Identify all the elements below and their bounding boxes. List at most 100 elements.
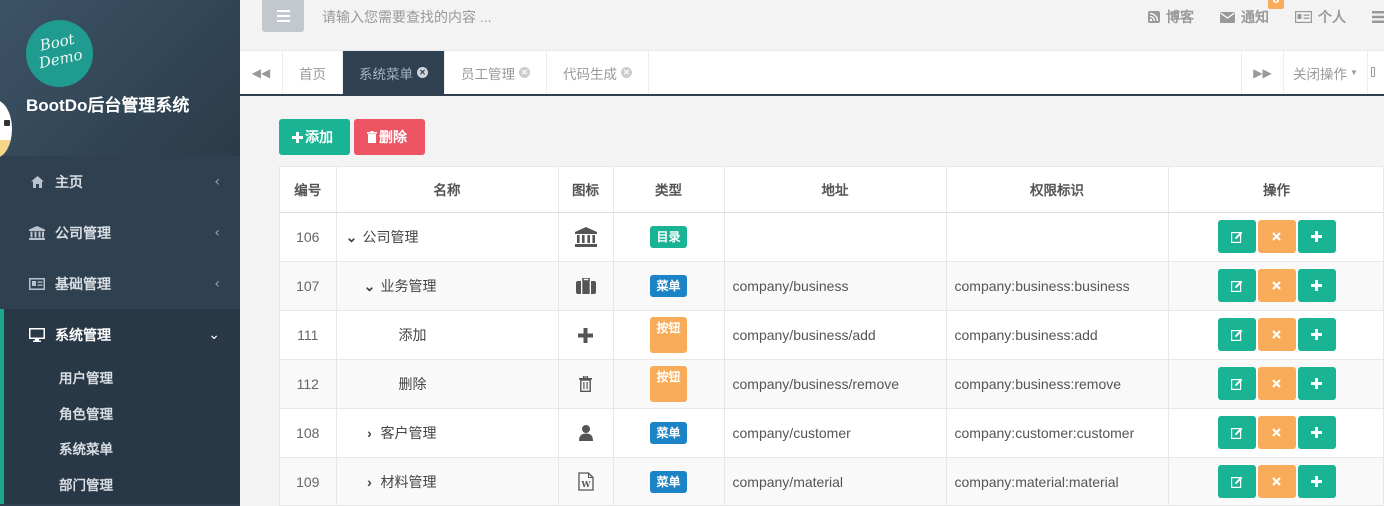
notice-link[interactable]: 通知 0 (1220, 0, 1284, 27)
cell-icon (558, 359, 614, 409)
refresh-icon[interactable] (1371, 67, 1375, 77)
close-icon[interactable]: ✕ (519, 67, 530, 78)
plus-icon (578, 327, 593, 343)
hamburger-icon (276, 10, 290, 12)
cell-actions (1168, 261, 1383, 311)
sidebar-item-company[interactable]: 公司管理 ‹ (0, 207, 240, 258)
blog-label: 博客 (1166, 10, 1194, 26)
sidebar-item-label: 系统管理 (55, 327, 111, 344)
type-badge: 菜单 (650, 470, 687, 493)
remove-button[interactable] (1257, 465, 1296, 498)
add-child-button[interactable] (1297, 220, 1336, 253)
node-label: 客户管理 (380, 424, 437, 441)
chevron-down-icon[interactable]: ⌄ (345, 229, 359, 246)
remove-button[interactable] (1257, 367, 1296, 400)
svg-text:W: W (580, 479, 591, 489)
column-header[interactable]: 图标 (558, 167, 614, 213)
blog-link[interactable]: 博客 (1148, 7, 1194, 27)
chevron-right-icon[interactable]: › (363, 474, 377, 490)
plus-icon (1311, 329, 1322, 340)
cell-id: 108 (280, 408, 337, 458)
table-row[interactable]: 111 添加 按钮 company/business/add company:b… (280, 310, 1383, 360)
edit-button[interactable] (1217, 416, 1256, 449)
search-input[interactable] (322, 6, 722, 28)
menu-toggle-button[interactable] (262, 0, 304, 32)
sidebar-item-home[interactable]: 主页 ‹ (0, 156, 240, 207)
sidebar-subitem-users[interactable]: 用户管理 (4, 362, 240, 398)
close-icon[interactable]: ✕ (417, 67, 428, 78)
edit-button[interactable] (1217, 220, 1256, 253)
edit-button[interactable] (1217, 367, 1256, 400)
table-row[interactable]: 109 › 材料管理 W 菜单 company/material company:… (280, 457, 1383, 505)
caret-down-icon: ▼ (1350, 68, 1358, 77)
type-badge: 按钮 (650, 365, 687, 402)
sidebar-item-system[interactable]: 系统管理 ⌄ (0, 309, 240, 360)
table-row[interactable]: 112 删除 按钮 company/business/remove compan… (280, 359, 1383, 409)
add-button[interactable]: 添加 (279, 119, 350, 155)
plus-icon (292, 131, 303, 143)
plus-icon (1311, 476, 1322, 487)
tab-home[interactable]: 首页 (283, 51, 343, 94)
add-child-button[interactable] (1297, 367, 1336, 400)
add-child-button[interactable] (1297, 416, 1336, 449)
more-link[interactable] (1372, 11, 1384, 23)
remove-button[interactable] (1257, 318, 1296, 351)
cell-actions (1168, 212, 1383, 262)
cell-icon (558, 212, 614, 262)
column-header[interactable]: 名称 (336, 167, 559, 213)
tab-bar: ◀◀ 首页 系统菜单 ✕ 员工管理 ✕ 代码生成 ✕ ▶▶ 关闭操作 ▼ (240, 51, 1384, 96)
plus-icon (1311, 231, 1322, 242)
bank-icon (28, 225, 46, 240)
delete-button[interactable]: 删除 (354, 119, 425, 155)
tab-system-menu[interactable]: 系统菜单 ✕ (343, 51, 445, 94)
column-header[interactable]: 操作 (1168, 167, 1383, 213)
edit-button[interactable] (1217, 465, 1256, 498)
table-row[interactable]: 107 ⌄ 业务管理 菜单 company/business company:bu… (280, 261, 1383, 311)
table-row[interactable]: 106 ⌄ 公司管理 目录 (280, 212, 1383, 262)
column-header[interactable]: 类型 (613, 167, 725, 213)
sidebar-item-label: 公司管理 (55, 225, 111, 242)
add-child-button[interactable] (1297, 269, 1336, 302)
cell-name: ⌄ 公司管理 (336, 212, 559, 262)
cell-actions (1168, 310, 1383, 360)
node-label: 删除 (398, 375, 427, 392)
edit-button[interactable] (1217, 318, 1256, 351)
remove-button[interactable] (1257, 269, 1296, 302)
cell-actions (1168, 457, 1383, 505)
sidebar-subitem-roles[interactable]: 角色管理 (4, 398, 240, 434)
sidebar-subitem-menus[interactable]: 系统菜单 (4, 433, 240, 469)
add-child-button[interactable] (1297, 318, 1336, 351)
chevron-right-icon[interactable]: › (363, 425, 377, 441)
cell-actions (1168, 359, 1383, 409)
table-header-row: 编号 名称 图标 类型 地址 权限标识 操作 (280, 167, 1383, 213)
avatar[interactable] (0, 100, 12, 158)
cell-name: ⌄ 业务管理 (336, 261, 559, 311)
remove-button[interactable] (1257, 416, 1296, 449)
tab-scroll-right-button[interactable]: ▶▶ (1241, 51, 1284, 94)
close-icon[interactable]: ✕ (621, 67, 632, 78)
cell-url: company/business (724, 261, 947, 311)
column-header[interactable]: 权限标识 (946, 167, 1169, 213)
tab-scroll-left-button[interactable]: ◀◀ (240, 51, 283, 94)
table-row[interactable]: 108 › 客户管理 菜单 company/customer company:cu… (280, 408, 1383, 458)
plus-icon (1311, 427, 1322, 438)
sidebar-item-label: 主页 (55, 174, 83, 191)
chevron-down-icon[interactable]: ⌄ (363, 278, 377, 295)
sidebar-item-basic[interactable]: 基础管理 ‹ (0, 258, 240, 309)
tab-codegen[interactable]: 代码生成 ✕ (547, 51, 649, 94)
id-card-icon (1295, 11, 1312, 23)
remove-button[interactable] (1257, 220, 1296, 253)
edit-button[interactable] (1217, 269, 1256, 302)
sidebar-subitem-departments[interactable]: 部门管理 (4, 469, 240, 505)
tab-employee[interactable]: 员工管理 ✕ (445, 51, 547, 94)
briefcase-icon (575, 278, 596, 295)
close-operations-dropdown[interactable]: 关闭操作 ▼ (1284, 51, 1368, 94)
cell-permission: company:business:add (946, 310, 1169, 360)
cell-id: 107 (280, 261, 337, 311)
personal-link[interactable]: 个人 (1295, 7, 1346, 27)
cell-permission: company:customer:customer (946, 408, 1169, 458)
column-header[interactable]: 地址 (724, 167, 947, 213)
column-header[interactable]: 编号 (280, 167, 337, 213)
envelope-icon (1220, 11, 1235, 23)
add-child-button[interactable] (1297, 465, 1336, 498)
